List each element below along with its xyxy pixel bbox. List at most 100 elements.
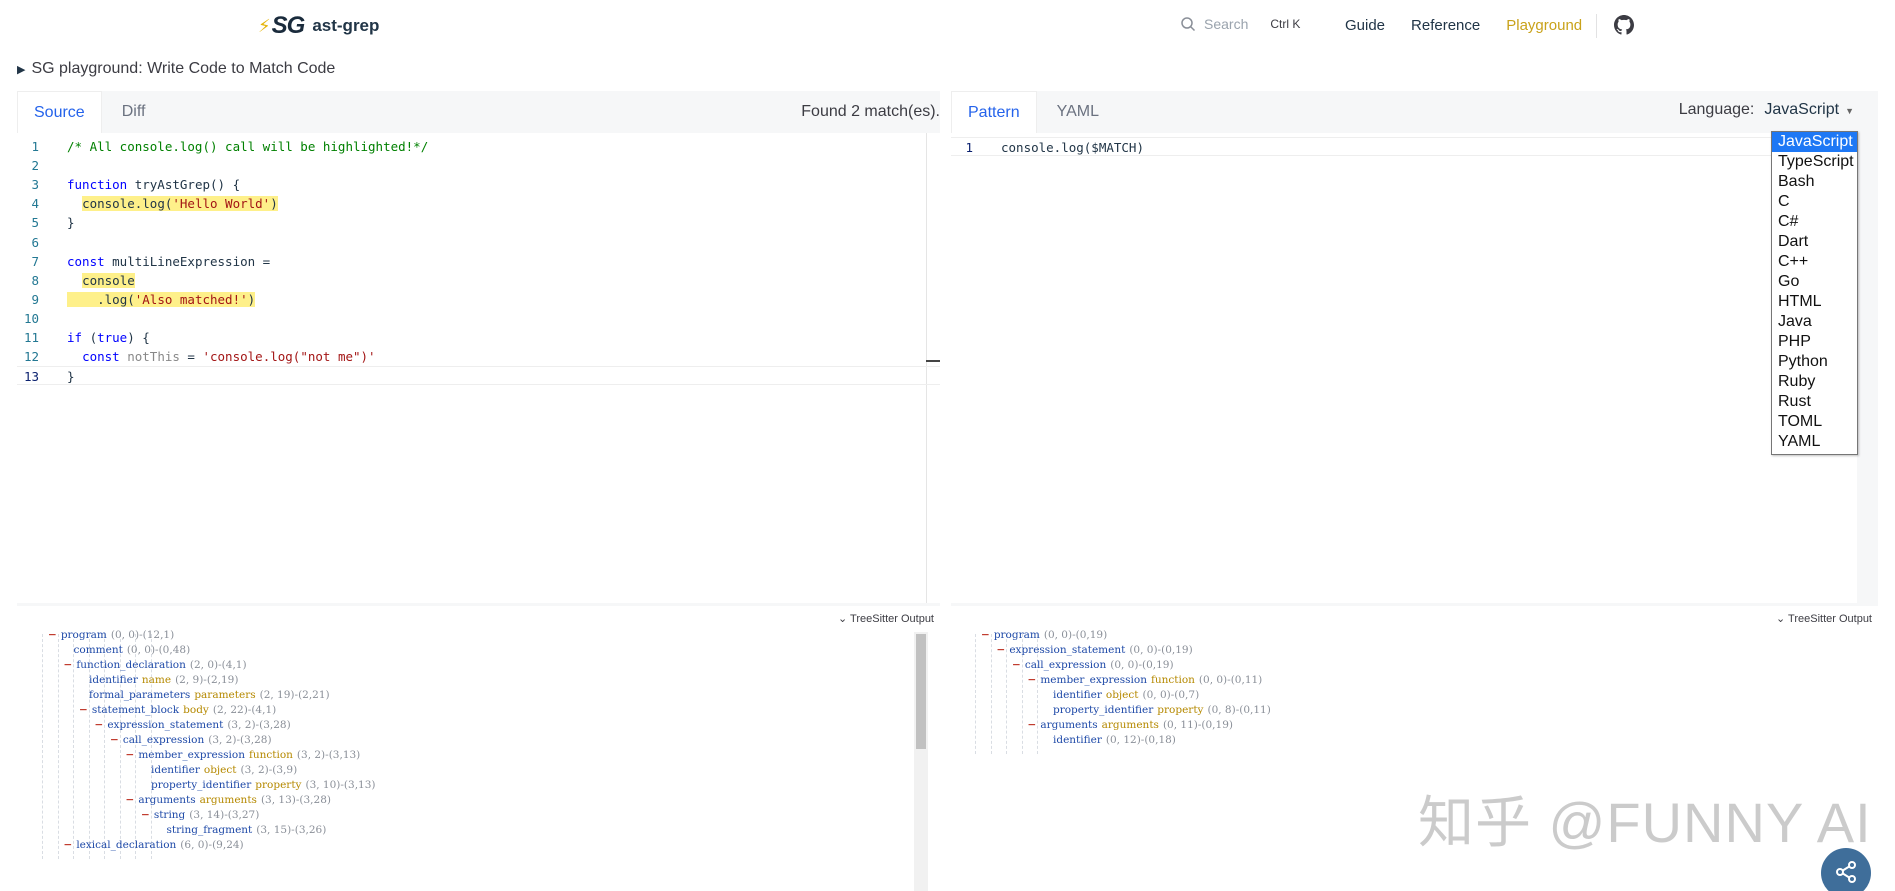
tree-scroll-thumb[interactable] bbox=[916, 634, 926, 749]
code-text: console bbox=[67, 271, 135, 290]
tree-output-toggle[interactable]: ⌄ TreeSitter Output bbox=[1776, 612, 1872, 625]
tab-diff[interactable]: Diff bbox=[105, 91, 162, 133]
language-select[interactable]: JavaScript ▼ bbox=[1764, 101, 1854, 119]
language-option[interactable]: Dart bbox=[1772, 232, 1857, 252]
node-field: name bbox=[141, 674, 172, 686]
code-line: 12 const notThis = 'console.log("not me"… bbox=[17, 347, 940, 366]
node-range: (3, 2)-(3,9) bbox=[240, 764, 298, 776]
node-range: (0, 0)-(0,19) bbox=[1110, 659, 1174, 671]
node-range: (0, 12)-(0,18) bbox=[1105, 734, 1176, 746]
pattern-editor[interactable]: 1 console.log($MATCH) bbox=[951, 133, 1857, 603]
collapse-toggle-icon[interactable]: − bbox=[141, 809, 150, 821]
match-highlight bbox=[67, 291, 83, 307]
language-option[interactable]: Java bbox=[1772, 312, 1857, 332]
indent-guide bbox=[975, 634, 976, 754]
nav-link-guide[interactable]: Guide bbox=[1345, 17, 1385, 34]
tree-output-toggle[interactable]: ⌄ TreeSitter Output bbox=[838, 612, 934, 625]
node-field: property bbox=[255, 779, 302, 791]
code-token: } bbox=[67, 215, 75, 231]
line-number: 5 bbox=[31, 215, 39, 231]
match-highlight: ) bbox=[247, 291, 256, 307]
collapse-toggle-icon[interactable]: − bbox=[110, 734, 119, 746]
language-dropdown[interactable]: JavaScript TypeScript Bash C C# Dart C++ Go HTML… bbox=[1771, 131, 1858, 455]
node-field: body bbox=[183, 704, 209, 716]
logo[interactable]: ⚡ SG ast-grep bbox=[258, 12, 379, 40]
language-option[interactable]: TypeScript bbox=[1772, 152, 1857, 172]
code-token: function bbox=[67, 177, 135, 193]
language-option[interactable]: Rust bbox=[1772, 392, 1857, 412]
collapse-toggle-icon[interactable]: − bbox=[1028, 719, 1037, 731]
collapse-toggle-icon[interactable]: − bbox=[64, 839, 73, 851]
language-option[interactable]: C++ bbox=[1772, 252, 1857, 272]
code-token: } bbox=[67, 369, 75, 385]
node-kind: identifier bbox=[89, 674, 138, 686]
collapse-toggle-icon[interactable]: − bbox=[981, 629, 990, 641]
code-text: console.log('Hello World') bbox=[67, 194, 278, 213]
code-text: } bbox=[67, 367, 75, 386]
collapse-toggle-icon[interactable]: − bbox=[79, 704, 88, 716]
line-number: 3 bbox=[31, 177, 39, 193]
tree-scrollbar[interactable] bbox=[914, 632, 928, 891]
code-text: console.log($MATCH) bbox=[1001, 138, 1144, 157]
collapse-toggle-icon[interactable]: − bbox=[95, 719, 104, 731]
code-text: const notThis = 'console.log("not me")' bbox=[67, 347, 376, 366]
collapse-toggle-icon[interactable]: − bbox=[126, 749, 135, 761]
node-kind: arguments bbox=[138, 794, 196, 806]
node-range: (3, 14)-(3,27) bbox=[189, 809, 260, 821]
match-highlight: .log( bbox=[82, 291, 135, 307]
tab-source[interactable]: Source bbox=[17, 91, 102, 133]
code-text: function tryAstGrep() { bbox=[67, 175, 240, 194]
language-option[interactable]: HTML bbox=[1772, 292, 1857, 312]
search-box[interactable]: Search Ctrl K bbox=[1180, 16, 1300, 32]
language-option[interactable]: YAML bbox=[1772, 432, 1857, 452]
line-number: 10 bbox=[23, 310, 39, 326]
code-token: notThis bbox=[127, 349, 180, 365]
code-text: const multiLineExpression = bbox=[67, 252, 270, 271]
language-option[interactable]: Bash bbox=[1772, 172, 1857, 192]
share-icon bbox=[1836, 861, 1856, 883]
language-option[interactable]: Go bbox=[1772, 272, 1857, 292]
nav-link-reference[interactable]: Reference bbox=[1411, 17, 1480, 34]
source-editor[interactable]: 1 /* All console.log() call will be highl… bbox=[17, 133, 940, 603]
node-range: (0, 11)-(0,19) bbox=[1162, 719, 1233, 731]
code-token: console.log($MATCH) bbox=[1001, 140, 1144, 155]
logo-mark: ⚡ SG bbox=[258, 12, 305, 39]
line-number: 11 bbox=[23, 330, 39, 345]
node-range: (3, 10)-(3,13) bbox=[305, 779, 376, 791]
node-kind: arguments bbox=[1040, 719, 1098, 731]
code-line: 1 console.log($MATCH) bbox=[951, 137, 1857, 156]
code-token: multiLineExpression = bbox=[112, 253, 271, 269]
playground-summary[interactable]: ▶ SG playground: Write Code to Match Code bbox=[17, 60, 335, 78]
language-option[interactable]: JavaScript bbox=[1772, 132, 1857, 152]
collapse-toggle-icon[interactable]: − bbox=[1028, 674, 1037, 686]
node-kind: string_fragment bbox=[166, 824, 253, 836]
share-button[interactable] bbox=[1821, 848, 1871, 891]
node-range: (2, 9)-(2,19) bbox=[175, 674, 239, 686]
language-selector[interactable]: Language: JavaScript ▼ bbox=[1679, 101, 1854, 119]
tree-node[interactable]: − lexical_declaration (6, 0)-(9,24) bbox=[64, 836, 244, 854]
node-kind: program bbox=[993, 629, 1040, 641]
code-line: 3 function tryAstGrep() { bbox=[17, 175, 940, 194]
collapse-toggle-icon[interactable]: − bbox=[64, 659, 73, 671]
language-option[interactable]: Python bbox=[1772, 352, 1857, 372]
collapse-toggle-icon[interactable]: − bbox=[997, 644, 1006, 656]
github-icon[interactable] bbox=[1614, 15, 1634, 35]
collapse-toggle-icon[interactable]: − bbox=[48, 629, 57, 641]
node-range: (6, 0)-(9,24) bbox=[180, 839, 244, 851]
language-option[interactable]: C bbox=[1772, 192, 1857, 212]
tab-yaml[interactable]: YAML bbox=[1040, 91, 1115, 133]
node-kind: identifier bbox=[1053, 734, 1102, 746]
node-kind: call_expression bbox=[1024, 659, 1107, 671]
nav-link-playground[interactable]: Playground bbox=[1506, 17, 1582, 34]
node-range: (0, 0)-(0,19) bbox=[1129, 644, 1193, 656]
tab-pattern[interactable]: Pattern bbox=[951, 91, 1037, 133]
collapse-toggle-icon[interactable]: − bbox=[1012, 659, 1021, 671]
search-icon bbox=[1181, 17, 1196, 32]
language-option[interactable]: TOML bbox=[1772, 412, 1857, 432]
collapse-toggle-icon[interactable]: − bbox=[126, 794, 135, 806]
language-option[interactable]: Ruby bbox=[1772, 372, 1857, 392]
language-option[interactable]: PHP bbox=[1772, 332, 1857, 352]
code-line: 10 bbox=[17, 309, 940, 328]
language-option[interactable]: C# bbox=[1772, 212, 1857, 232]
code-line: 13} bbox=[17, 366, 940, 386]
